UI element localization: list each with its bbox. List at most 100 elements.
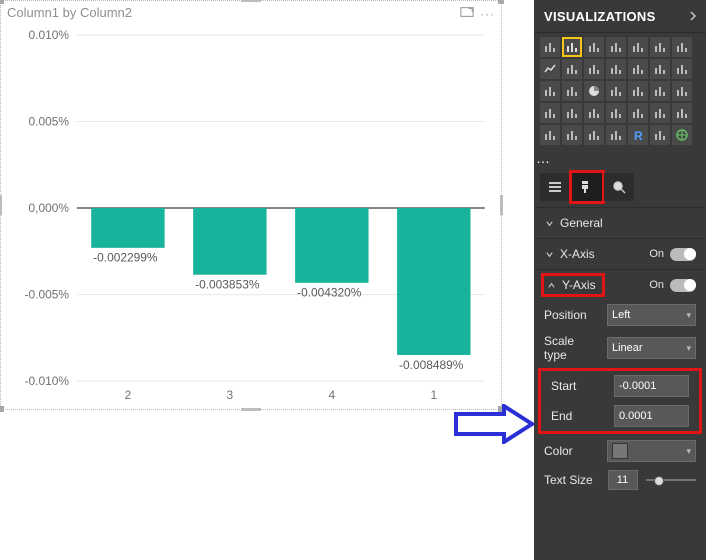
chevron-up-icon <box>546 281 556 290</box>
gallery-r-visual[interactable]: R <box>628 125 648 145</box>
gallery-bubble[interactable] <box>562 81 582 101</box>
section-y-axis[interactable]: Y-Axis On <box>534 269 706 300</box>
more-options-icon[interactable]: ··· <box>480 7 495 21</box>
gallery-matrix[interactable] <box>540 125 560 145</box>
gallery-ribbon[interactable] <box>672 37 692 57</box>
gallery-table3[interactable] <box>584 125 604 145</box>
svg-text:0.010%: 0.010% <box>29 28 70 42</box>
y-axis-start-label: Start <box>551 379 606 393</box>
chart-visual-frame[interactable]: Column1 by Column2 ··· 0.010%0.005%0,000… <box>0 0 502 410</box>
gallery-waterfall[interactable] <box>650 59 670 79</box>
visualizations-panel: VISUALIZATIONS R … General <box>534 0 706 560</box>
gallery-pie[interactable] <box>584 81 604 101</box>
y-axis-textsize-row: Text Size 11 <box>534 466 706 494</box>
resize-handle-left[interactable] <box>0 195 2 215</box>
resize-handle-tl[interactable] <box>0 0 4 4</box>
y-axis-textsize-input[interactable]: 11 <box>608 470 638 490</box>
gallery-combo[interactable] <box>672 59 692 79</box>
gallery-kpi[interactable] <box>628 103 648 123</box>
gallery-stacked-column[interactable] <box>584 37 604 57</box>
x-axis-toggle[interactable] <box>670 248 696 261</box>
y-axis-toggle-label: On <box>649 279 664 291</box>
tab-analytics[interactable] <box>604 173 634 201</box>
y-axis-textsize-value: 11 <box>617 474 628 486</box>
gallery-gauge[interactable] <box>562 103 582 123</box>
gallery-map[interactable] <box>650 81 670 101</box>
y-axis-start-value: -0.0001 <box>619 380 656 392</box>
gallery-stacked-area[interactable] <box>584 59 604 79</box>
tab-fields[interactable] <box>540 173 570 201</box>
gallery-clustered-column[interactable] <box>562 37 582 57</box>
gallery-more-button[interactable]: … <box>534 149 554 167</box>
svg-text:-0.005%: -0.005% <box>25 288 70 302</box>
svg-text:-0.004320%: -0.004320% <box>297 286 362 300</box>
gallery-funnel[interactable] <box>540 103 560 123</box>
gallery-stacked-bar-h[interactable] <box>540 37 560 57</box>
y-axis-position-value: Left <box>612 309 630 321</box>
y-axis-position-select[interactable]: Left ▾ <box>607 304 696 326</box>
svg-text:1: 1 <box>430 388 437 402</box>
gallery-globe[interactable] <box>672 125 692 145</box>
gallery-treemap[interactable] <box>628 81 648 101</box>
svg-text:3: 3 <box>227 388 234 402</box>
gallery-scatter[interactable] <box>540 81 560 101</box>
y-axis-scale-label: Scale type <box>544 334 599 362</box>
y-axis-toggle[interactable] <box>670 279 696 292</box>
gallery-line-stacked[interactable] <box>628 59 648 79</box>
gallery-donut[interactable] <box>606 81 626 101</box>
section-general-label: General <box>560 216 603 230</box>
y-axis-end-row: End 0.0001 <box>541 401 699 431</box>
gallery-clustered-bar-h[interactable] <box>628 37 648 57</box>
gallery-multi-row-card[interactable] <box>606 103 626 123</box>
y-axis-color-select[interactable]: ▾ <box>607 440 696 462</box>
gallery-filled-map[interactable] <box>672 81 692 101</box>
gallery-slicer[interactable] <box>650 103 670 123</box>
caret-down-icon: ▾ <box>686 446 691 457</box>
svg-text:-0.008489%: -0.008489% <box>399 358 464 372</box>
gallery-line[interactable] <box>540 59 560 79</box>
section-x-axis[interactable]: X-Axis On <box>534 238 706 269</box>
gallery-py-visual[interactable] <box>650 125 670 145</box>
visualizations-title: VISUALIZATIONS <box>544 9 656 24</box>
y-axis-color-row: Color ▾ <box>534 436 706 466</box>
resize-handle-top[interactable] <box>241 0 261 2</box>
y-axis-end-value: 0.0001 <box>619 410 653 422</box>
gallery-arcgis[interactable] <box>606 125 626 145</box>
gallery-stacked-bar-100-h[interactable] <box>650 37 670 57</box>
svg-text:-0.002299%: -0.002299% <box>93 251 158 265</box>
focus-mode-icon[interactable] <box>460 5 474 22</box>
resize-handle-bottom[interactable] <box>241 408 261 411</box>
gallery-stacked-100-column[interactable] <box>606 37 626 57</box>
tab-format[interactable] <box>572 173 602 201</box>
svg-text:4: 4 <box>329 388 336 402</box>
gallery-table2[interactable] <box>562 125 582 145</box>
gallery-line-clustered[interactable] <box>606 59 626 79</box>
color-chip <box>612 443 628 459</box>
section-x-axis-label: X-Axis <box>560 247 595 261</box>
chart-title: Column1 by Column2 <box>7 5 132 20</box>
x-axis-toggle-label: On <box>649 248 664 260</box>
section-general[interactable]: General <box>534 207 706 238</box>
svg-text:-0.010%: -0.010% <box>25 374 70 388</box>
gallery-area[interactable] <box>562 59 582 79</box>
y-axis-position-label: Position <box>544 308 599 322</box>
resize-handle-bl[interactable] <box>0 406 4 412</box>
y-axis-scale-value: Linear <box>612 342 643 354</box>
svg-text:0.005%: 0.005% <box>29 114 70 128</box>
resize-handle-tr[interactable] <box>498 0 504 4</box>
visualization-gallery: R <box>534 33 706 145</box>
visualizations-header[interactable]: VISUALIZATIONS <box>534 0 706 33</box>
y-axis-textsize-label: Text Size <box>544 473 599 487</box>
y-axis-end-input[interactable]: 0.0001 <box>614 405 689 427</box>
y-axis-start-input[interactable]: -0.0001 <box>614 375 689 397</box>
chart-body: 0.010%0.005%0,000%-0.005%-0.010%-0.00229… <box>7 25 495 403</box>
y-axis-scale-row: Scale type Linear ▾ <box>534 330 706 366</box>
gallery-table[interactable] <box>672 103 692 123</box>
svg-text:R: R <box>634 129 643 142</box>
y-axis-scale-select[interactable]: Linear ▾ <box>607 337 696 359</box>
gallery-card[interactable] <box>584 103 604 123</box>
y-axis-position-row: Position Left ▾ <box>534 300 706 330</box>
y-axis-start-row: Start -0.0001 <box>541 371 699 401</box>
y-axis-textsize-slider[interactable] <box>646 479 696 481</box>
resize-handle-right[interactable] <box>500 195 503 215</box>
